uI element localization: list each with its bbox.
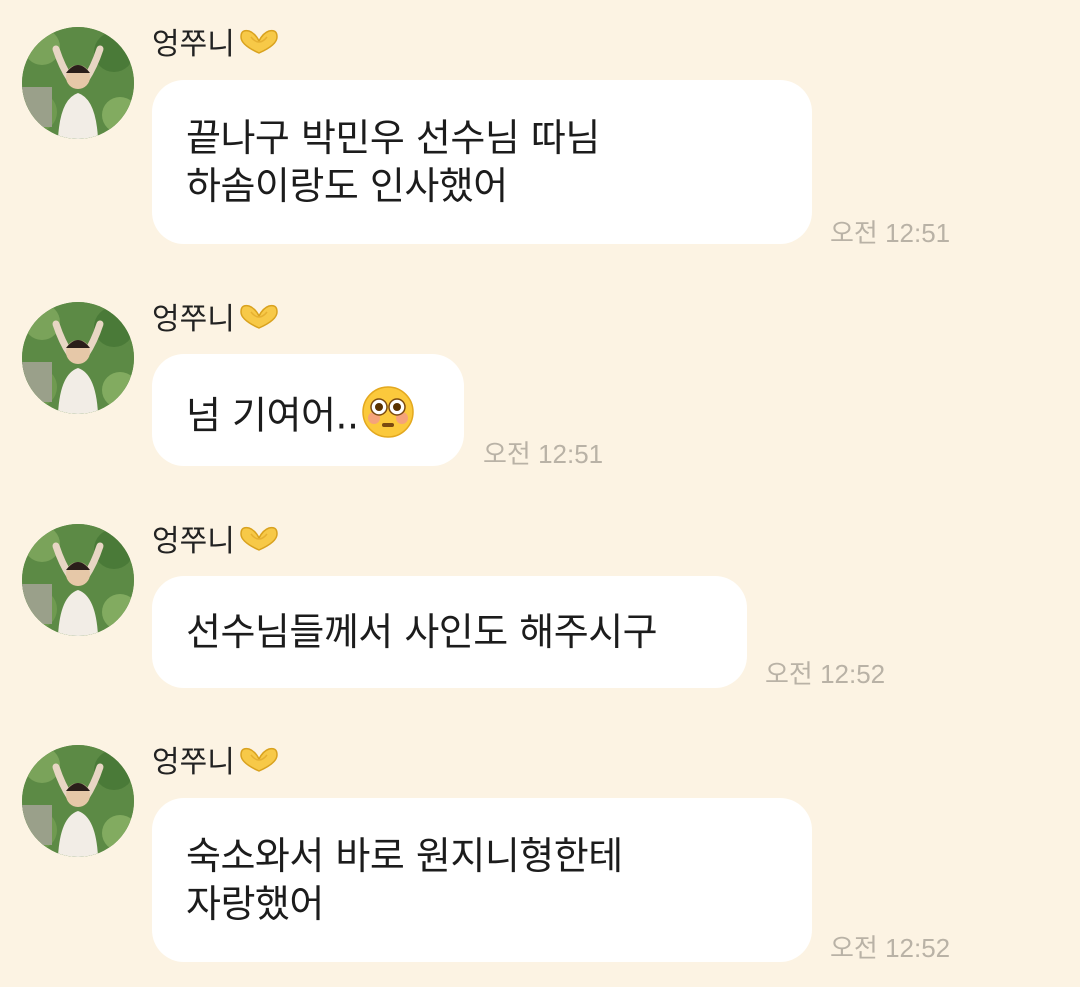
chat-message: 엉쭈니 숙소와서 바로 원지니형한테 자랑했어 오전 12:52	[0, 745, 1080, 975]
message-timestamp: 오전 12:51	[830, 218, 951, 248]
message-bubble[interactable]: 숙소와서 바로 원지니형한테 자랑했어	[152, 798, 812, 962]
avatar[interactable]	[22, 27, 134, 139]
message-timestamp: 오전 12:52	[765, 659, 886, 689]
sender-name: 엉쭈니	[152, 745, 281, 782]
message-bubble[interactable]: 선수님들께서 사인도 해주시구	[152, 576, 747, 688]
sender-name: 엉쭈니	[152, 302, 281, 339]
message-bubble[interactable]: 끝나구 박민우 선수님 따님 하솜이랑도 인사했어	[152, 80, 812, 244]
sender-name: 엉쭈니	[152, 27, 281, 64]
avatar[interactable]	[22, 524, 134, 636]
chat-message: 엉쭈니 끝나구 박민우 선수님 따님 하솜이랑도 인사했어 오전 12:51	[0, 27, 1080, 248]
heart-hands-emoji	[237, 745, 281, 782]
message-bubble[interactable]: 넘 기여어..	[152, 354, 464, 466]
chat-message: 엉쭈니 넘 기여어.. 오전 12:51	[0, 302, 1080, 472]
avatar[interactable]	[22, 745, 134, 857]
heart-hands-emoji	[237, 302, 281, 339]
heart-hands-emoji	[237, 27, 281, 64]
heart-hands-emoji	[237, 524, 281, 561]
message-timestamp: 오전 12:51	[483, 439, 604, 469]
flushed-face-emoji	[361, 385, 415, 451]
chat-message: 엉쭈니 선수님들께서 사인도 해주시구 오전 12:52	[0, 524, 1080, 694]
sender-name: 엉쭈니	[152, 524, 281, 561]
avatar[interactable]	[22, 302, 134, 414]
message-timestamp: 오전 12:52	[830, 933, 951, 963]
